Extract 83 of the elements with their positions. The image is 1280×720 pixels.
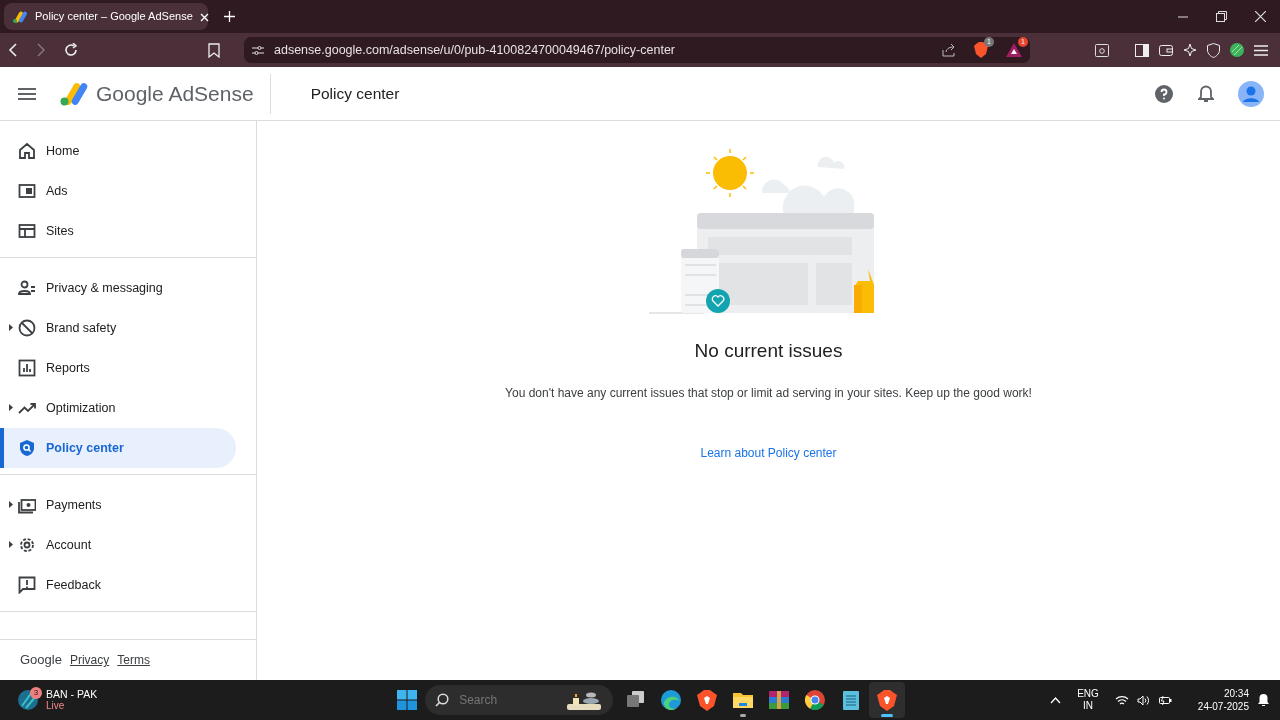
block-icon xyxy=(18,319,36,337)
wifi-icon[interactable] xyxy=(1114,694,1129,706)
chrome-browser-icon xyxy=(804,689,827,711)
footer-link[interactable]: Privacy xyxy=(69,651,110,669)
clock-time[interactable]: 20:34 xyxy=(1223,687,1249,700)
tab-search-icon[interactable] xyxy=(1095,43,1109,57)
sidebar-item[interactable]: Sites xyxy=(0,211,236,251)
sidebar-item[interactable]: Brand safety xyxy=(0,308,236,348)
shield-search-icon xyxy=(18,439,36,457)
volume-icon[interactable] xyxy=(1136,694,1150,706)
minimize-icon[interactable] xyxy=(1178,15,1188,18)
show-hidden-icons-icon[interactable] xyxy=(1050,696,1062,704)
forward-icon[interactable] xyxy=(36,43,46,57)
expand-caret-icon[interactable] xyxy=(9,324,13,331)
share-icon[interactable] xyxy=(942,43,956,57)
adsense-logo-icon xyxy=(60,81,88,106)
ads-icon xyxy=(18,182,36,200)
sidebar-item[interactable]: Optimization xyxy=(0,388,236,428)
sidebar-icon[interactable] xyxy=(1135,43,1149,57)
empty-state-heading: No current issues xyxy=(694,339,843,363)
brand-name: Google AdSense xyxy=(96,80,254,107)
taskbar-search-field[interactable]: Search xyxy=(425,685,614,715)
sidebar-item[interactable]: Home xyxy=(0,131,236,171)
help-icon[interactable] xyxy=(1154,83,1174,104)
brave-browser-icon xyxy=(696,689,719,711)
profile-icon[interactable] xyxy=(1230,43,1244,57)
sidebar-item[interactable]: Feedback xyxy=(0,565,236,605)
sidebar-item[interactable]: Ads xyxy=(0,171,236,211)
taskbar-app-button[interactable] xyxy=(869,682,906,718)
url-text: adsense.google.com/adsense/u/0/pub-4100824700049467/policy-center xyxy=(274,41,676,59)
footer-link[interactable]: Terms xyxy=(117,651,150,669)
person-icon xyxy=(18,279,36,297)
bar-chart-icon xyxy=(18,359,36,377)
notifications-icon[interactable] xyxy=(1198,84,1214,103)
feedback-icon xyxy=(18,576,36,594)
search-icon xyxy=(435,693,450,707)
windows-start-icon[interactable] xyxy=(397,690,418,710)
sidebar-item[interactable]: Privacy & messaging xyxy=(0,268,236,308)
close-window-icon[interactable] xyxy=(1255,11,1266,22)
site-settings-icon[interactable] xyxy=(252,44,264,56)
edge-browser-icon xyxy=(660,689,683,711)
restore-icon[interactable] xyxy=(1216,11,1227,22)
live-status: Live xyxy=(46,700,66,712)
archive-icon xyxy=(768,689,791,711)
count-badge: 3 xyxy=(30,686,42,699)
browser-tab[interactable]: Policy center – Google AdSense xyxy=(4,3,208,30)
brave-browser-icon xyxy=(876,689,899,711)
menu-icon[interactable] xyxy=(18,87,36,100)
running-indicator xyxy=(881,714,894,717)
sidebar-item[interactable]: Policy center xyxy=(0,428,236,468)
clock-date[interactable]: 24-07-2025 xyxy=(1197,700,1249,713)
tab-title: Policy center – Google AdSense xyxy=(35,9,193,25)
sites-icon xyxy=(18,222,36,240)
sidebar-item[interactable]: Account xyxy=(0,525,236,565)
expand-caret-icon[interactable] xyxy=(9,501,13,508)
sidebar-item[interactable]: Payments xyxy=(0,485,236,525)
sidebar-item[interactable]: Reports xyxy=(0,348,236,388)
wallet-icon[interactable] xyxy=(1159,44,1173,56)
back-icon[interactable] xyxy=(8,43,18,57)
running-indicator xyxy=(740,714,747,717)
shields-icon[interactable] xyxy=(974,42,988,59)
expand-caret-icon[interactable] xyxy=(9,404,13,411)
learn-more-link[interactable]: Learn about Policy center xyxy=(700,443,837,462)
empty-state-message: You don't have any current issues that stop or limit ad serving in your sites. Keep up the good work! xyxy=(505,384,1032,402)
settings-icon xyxy=(18,536,36,554)
page-title: Policy center xyxy=(310,83,400,104)
rewards-icon[interactable] xyxy=(1006,43,1022,58)
new-tab-icon[interactable] xyxy=(224,11,235,22)
reload-icon[interactable] xyxy=(64,43,78,57)
widget-title[interactable]: BAN - PAK xyxy=(46,688,98,701)
home-icon xyxy=(18,142,36,160)
vpn-shield-icon[interactable] xyxy=(1207,42,1220,58)
google-wordmark: Google xyxy=(20,651,62,670)
search-input[interactable]: Search xyxy=(459,691,556,709)
avatar-icon[interactable] xyxy=(1238,80,1264,107)
adsense-logo-icon xyxy=(12,9,28,24)
language-indicator[interactable]: ENG IN xyxy=(1077,687,1099,713)
battery-icon[interactable] xyxy=(1157,694,1172,706)
sparkle-icon[interactable] xyxy=(1183,43,1197,57)
bookmark-icon[interactable] xyxy=(208,42,220,58)
notifications-icon[interactable] xyxy=(1257,693,1270,707)
payments-icon xyxy=(18,496,36,514)
expand-caret-icon[interactable] xyxy=(9,541,13,548)
